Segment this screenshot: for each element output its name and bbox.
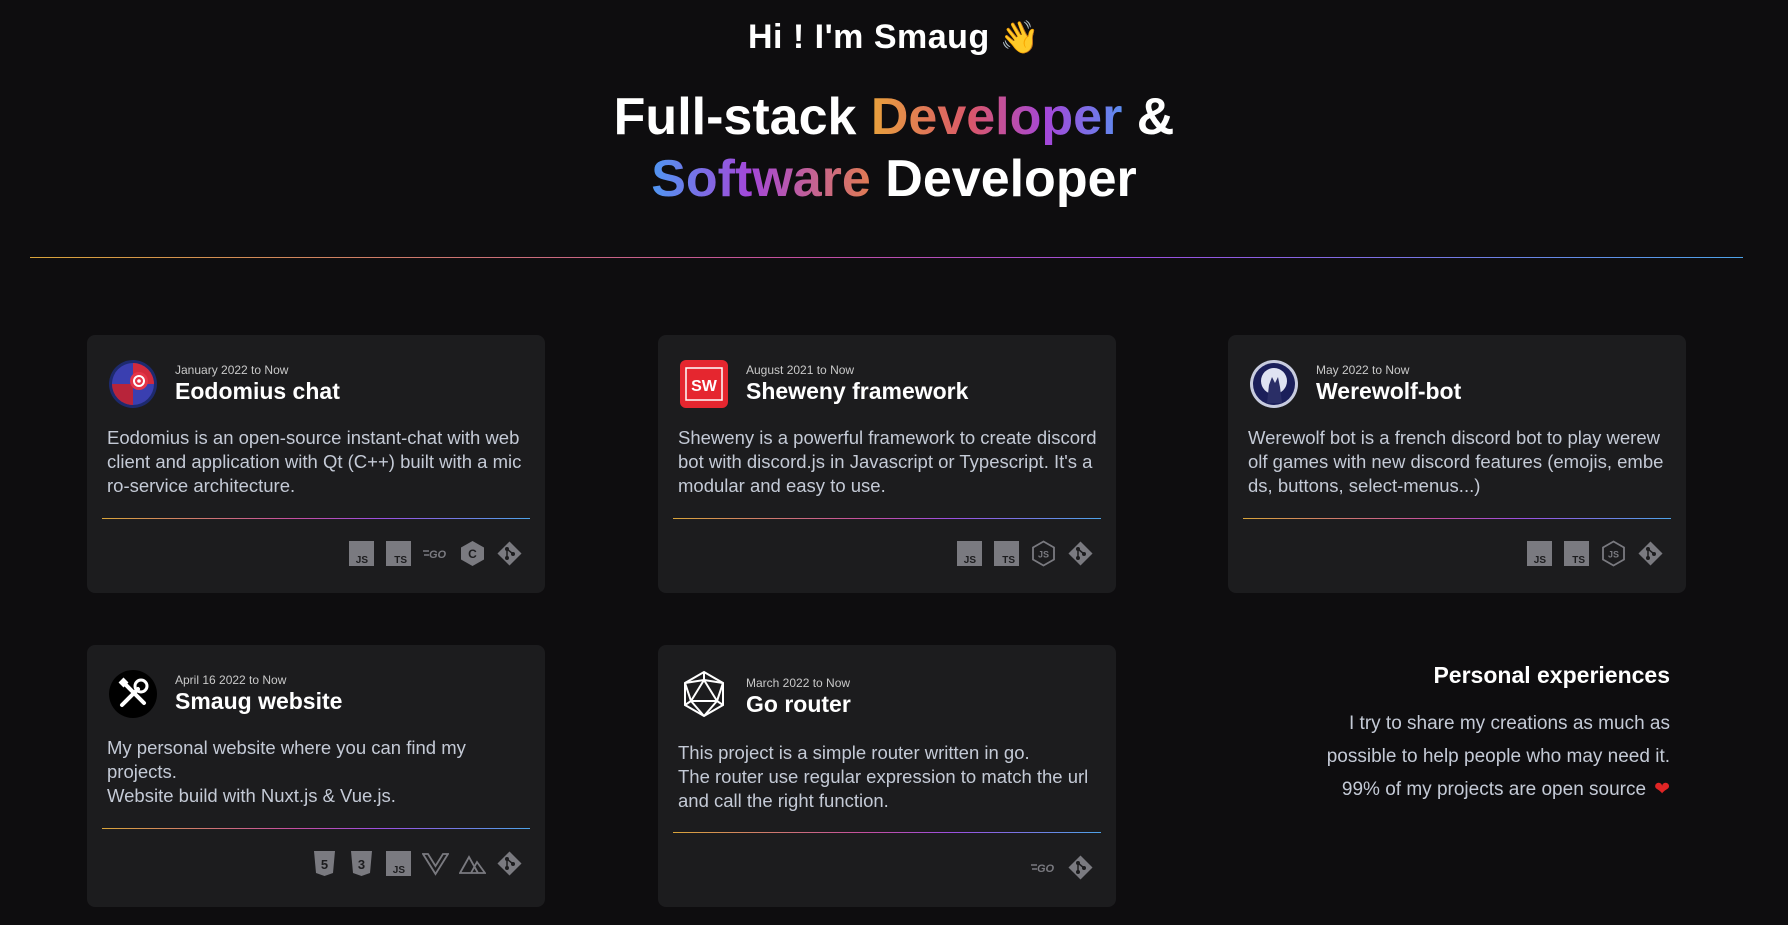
project-card-sheweny[interactable]: SW August 2021 to Now Sheweny framework …	[658, 335, 1116, 593]
git-icon	[1068, 855, 1093, 880]
tech-stack: 5 3 JS	[311, 850, 523, 877]
git-icon	[1068, 541, 1093, 566]
typescript-icon: TS	[1564, 541, 1589, 566]
hero-title: Full-stack Developer & Software Develope…	[0, 86, 1788, 210]
tools-logo	[109, 670, 157, 718]
typescript-icon: TS	[994, 541, 1019, 566]
tech-stack: JS TS JS	[1526, 540, 1664, 567]
git-icon	[497, 851, 522, 876]
card-divider	[102, 828, 530, 829]
git-icon	[497, 541, 522, 566]
personal-line3: 99% of my projects are open source	[1341, 779, 1647, 800]
personal-experiences: Personal experiences I try to share my c…	[1230, 662, 1670, 806]
project-date: August 2021 to Now	[746, 363, 855, 377]
tech-stack: JS TS JS	[956, 540, 1094, 567]
tech-stack: JS TS GO C	[348, 540, 523, 567]
project-name[interactable]: Go router	[746, 691, 851, 718]
nodejs-icon: JS	[1032, 540, 1055, 567]
svg-text:JS: JS	[393, 865, 406, 876]
description-line2: The router use regular expression to mat…	[678, 766, 1089, 811]
project-date: March 2022 to Now	[746, 676, 851, 690]
waving-hand-icon: 👋	[999, 18, 1041, 56]
project-date: January 2022 to Now	[175, 363, 289, 377]
project-description: Sheweny is a powerful framework to creat…	[678, 427, 1097, 496]
card-divider	[673, 832, 1101, 833]
svg-text:GO: GO	[429, 549, 447, 561]
project-card-werewolf[interactable]: May 2022 to Now Werewolf-bot Werewolf bo…	[1228, 335, 1686, 593]
werewolf-logo	[1250, 360, 1298, 408]
project-date: April 16 2022 to Now	[175, 673, 287, 687]
sheweny-logo: SW	[680, 360, 728, 408]
svg-text:JS: JS	[964, 555, 977, 566]
title-part3: Developer	[885, 150, 1137, 208]
svg-text:3: 3	[358, 857, 365, 872]
project-card-eodomius[interactable]: January 2022 to Now Eodomius chat Eodomi…	[87, 335, 545, 593]
title-part1: Full-stack	[613, 88, 857, 146]
nodejs-icon: JS	[1602, 540, 1625, 567]
card-divider	[1243, 518, 1671, 519]
svg-text:TS: TS	[394, 555, 407, 566]
hero-greeting: Hi ! I'm Smaug 👋	[0, 18, 1788, 57]
title-ampersand: &	[1136, 88, 1175, 146]
eodomius-logo	[109, 360, 157, 408]
greeting-text: Hi ! I'm Smaug	[747, 18, 990, 56]
svg-text:TS: TS	[1572, 555, 1585, 566]
personal-title: Personal experiences	[1433, 662, 1670, 688]
description-line2: Website build with Nuxt.js & Vue.js.	[107, 785, 396, 806]
svg-text:JS: JS	[1038, 550, 1049, 560]
personal-line2: possible to help people who may need it.	[1326, 746, 1670, 767]
personal-text: I try to share my creations as much as p…	[1230, 707, 1670, 806]
project-name[interactable]: Sheweny framework	[746, 378, 968, 405]
go-icon: GO	[423, 549, 447, 561]
javascript-icon: JS	[957, 541, 982, 566]
git-icon	[1638, 541, 1663, 566]
project-description: Eodomius is an open-source instant-chat …	[107, 427, 522, 496]
project-card-smaug-website[interactable]: April 16 2022 to Now Smaug website My pe…	[87, 645, 545, 907]
personal-line1: I try to share my creations as much as	[1348, 713, 1670, 734]
css3-icon: 3	[351, 851, 372, 876]
project-name[interactable]: Werewolf-bot	[1316, 378, 1461, 405]
project-description: This project is a simple router written …	[678, 741, 1098, 813]
go-icon: GO	[1031, 863, 1055, 875]
nuxtjs-icon	[459, 855, 486, 874]
vuejs-icon	[422, 853, 449, 876]
svg-text:TS: TS	[1002, 555, 1015, 566]
card-divider	[102, 518, 530, 519]
project-name[interactable]: Smaug website	[175, 688, 342, 715]
cplusplus-icon: C	[461, 541, 484, 566]
description-line1: This project is a simple router written …	[678, 742, 1030, 763]
project-name[interactable]: Eodomius chat	[175, 378, 340, 405]
javascript-icon: JS	[1527, 541, 1552, 566]
project-date: May 2022 to Now	[1316, 363, 1410, 377]
heart-icon: ❤	[1654, 778, 1670, 800]
description-line1: My personal website where you can find m…	[107, 737, 466, 782]
icosahedron-logo	[684, 670, 724, 718]
javascript-icon: JS	[386, 851, 411, 876]
svg-text:C: C	[468, 547, 477, 561]
tech-stack: GO	[1030, 854, 1094, 881]
project-card-go-router[interactable]: March 2022 to Now Go router This project…	[658, 645, 1116, 907]
svg-text:JS: JS	[1534, 555, 1547, 566]
svg-text:JS: JS	[1608, 550, 1619, 560]
svg-text:JS: JS	[356, 555, 369, 566]
sheweny-logo-text: SW	[691, 378, 718, 395]
title-highlight-software: Software	[651, 150, 871, 208]
javascript-icon: JS	[349, 541, 374, 566]
project-description: Werewolf bot is a french discord bot to …	[1248, 427, 1664, 496]
card-divider	[673, 518, 1101, 519]
typescript-icon: TS	[386, 541, 411, 566]
svg-text:GO: GO	[1037, 863, 1055, 875]
html5-icon: 5	[314, 851, 335, 876]
header-divider	[30, 257, 1743, 258]
title-highlight-developer: Developer	[870, 88, 1123, 146]
project-description: My personal website where you can find m…	[107, 736, 527, 808]
svg-text:5: 5	[321, 857, 328, 872]
